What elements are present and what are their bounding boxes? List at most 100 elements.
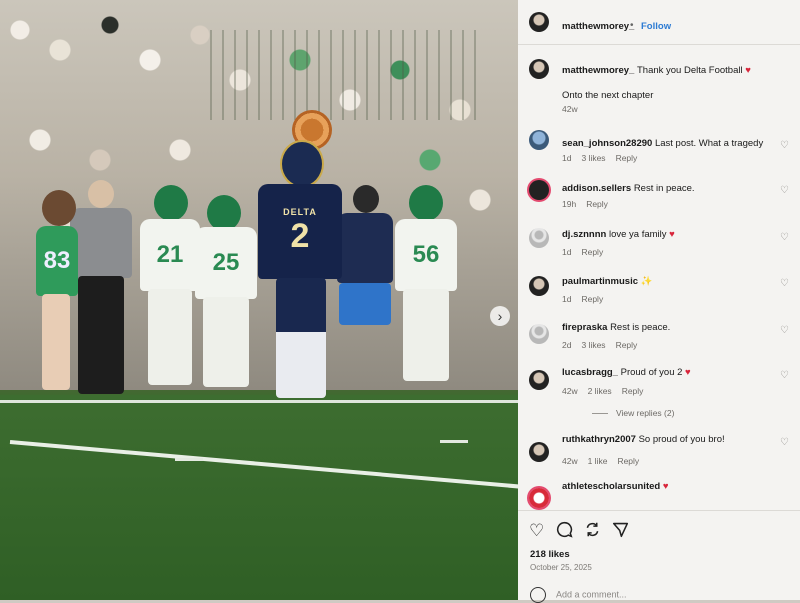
heart-icon[interactable]: ♡ <box>529 521 544 541</box>
caption-line-2: Onto the next chapter <box>562 90 654 101</box>
red-heart-icon: ♥ <box>669 229 675 240</box>
comment-likes[interactable]: 1 like <box>588 456 608 466</box>
comment-meta: 1d Reply <box>562 294 613 304</box>
post-header: matthewmorey_ • Follow <box>518 0 800 45</box>
comment-row: sean_johnson28290 Last post. What a trag… <box>562 138 763 149</box>
cheer-number: 83 <box>36 226 78 296</box>
add-comment-placeholder: Add a comment... <box>556 589 627 600</box>
share-icon[interactable] <box>584 521 601 543</box>
emoji-icon[interactable] <box>530 587 546 603</box>
like-heart-icon[interactable]: ♡ <box>780 140 789 151</box>
like-heart-icon[interactable]: ♡ <box>780 370 789 381</box>
comment-avatar[interactable] <box>529 228 549 248</box>
comment-username[interactable]: firepraska <box>562 322 607 333</box>
comment-time: 1d <box>562 247 572 257</box>
comment-avatar[interactable] <box>529 442 549 462</box>
reply-button[interactable]: Reply <box>616 153 638 163</box>
caption-row: matthewmorey_ Thank you Delta Football ♥ <box>562 65 751 76</box>
comment-meta: 1d 3 likes Reply <box>562 153 647 163</box>
comment-avatar[interactable] <box>529 180 549 200</box>
post-date: October 25, 2025 <box>530 563 592 572</box>
field-hash-mark <box>440 440 468 443</box>
view-replies-button[interactable]: View replies (2) <box>592 408 674 418</box>
opponent-number: 56 <box>395 219 457 291</box>
reply-button[interactable]: Reply <box>622 386 644 396</box>
comment-text: Last post. What a tragedy <box>654 138 764 149</box>
comment-meta: 1d Reply <box>562 247 613 257</box>
comment-username[interactable]: paulmartinmusic <box>562 276 638 287</box>
comment-row: ruthkathryn2007 So proud of you bro! <box>562 434 725 445</box>
comment-username[interactable]: ruthkathryn2007 <box>562 434 636 445</box>
comment-avatar[interactable] <box>529 276 549 296</box>
comment-meta: 19h Reply <box>562 199 618 209</box>
teammate-figure <box>335 185 395 390</box>
opponent-player: 56 <box>395 185 457 390</box>
comment-username[interactable]: sean_johnson28290 <box>562 138 652 149</box>
comment-row: paulmartinmusic ✨ <box>562 276 653 287</box>
likes-count[interactable]: 218 likes <box>530 549 570 560</box>
red-heart-icon: ♥ <box>745 65 751 76</box>
comment-icon[interactable] <box>556 521 573 543</box>
comment-username[interactable]: athletescholarsunited <box>562 481 660 492</box>
post-actions: ♡ 218 likes October 25, 2025 Add a comme… <box>518 510 800 603</box>
like-heart-icon[interactable]: ♡ <box>780 232 789 243</box>
comment-row: dj.sznnnn love ya family ♥ <box>562 229 675 240</box>
reply-button[interactable]: Reply <box>586 199 608 209</box>
send-icon[interactable] <box>612 521 629 543</box>
comment-likes[interactable]: 2 likes <box>588 386 612 396</box>
helmet <box>280 140 324 188</box>
like-heart-icon[interactable]: ♡ <box>780 325 789 336</box>
comment-likes[interactable]: 3 likes <box>581 153 605 163</box>
comment-avatar[interactable] <box>529 370 549 390</box>
author-avatar[interactable] <box>529 12 549 32</box>
author-username[interactable]: matthewmorey_ <box>562 21 634 32</box>
reply-button[interactable]: Reply <box>616 340 638 350</box>
comment-row: athletescholarsunited ♥ <box>562 481 668 492</box>
comment-likes[interactable]: 3 likes <box>581 340 605 350</box>
reply-button[interactable]: Reply <box>617 456 639 466</box>
jersey-number: 2 <box>290 217 310 255</box>
like-heart-icon[interactable]: ♡ <box>780 278 789 289</box>
comment-time: 19h <box>562 199 577 209</box>
jersey-team-text: DELTA <box>283 207 317 217</box>
opponent-player: 21 <box>140 185 200 395</box>
main-player: DELTA 2 <box>258 140 342 455</box>
comment-time: 42w <box>562 456 578 466</box>
comment-text: So proud of you bro! <box>638 434 725 445</box>
comment-text: love ya family <box>608 229 667 240</box>
comment-text: Proud of you 2 <box>620 367 683 378</box>
like-heart-icon[interactable]: ♡ <box>780 185 789 196</box>
comment-row: lucasbragg_ Proud of you 2 ♥ <box>562 367 691 378</box>
red-heart-icon: ♥ <box>662 481 669 492</box>
comment-meta: 42w 1 like Reply <box>562 456 649 466</box>
next-image-arrow-icon[interactable]: › <box>490 306 510 326</box>
caption-time: 42w <box>562 104 578 114</box>
add-comment-input[interactable]: Add a comment... <box>530 587 627 603</box>
opponent-player: 25 <box>195 195 257 395</box>
post-sidebar: matthewmorey_ • Follow matthewmorey_ Tha… <box>518 0 800 603</box>
field-hash-mark <box>175 458 203 461</box>
main-jersey: DELTA 2 <box>258 184 342 279</box>
reply-button[interactable]: Reply <box>581 247 603 257</box>
red-heart-icon: ♥ <box>685 367 691 378</box>
comment-row: addison.sellers Rest in peace. <box>562 183 695 194</box>
follow-button[interactable]: Follow <box>641 21 671 32</box>
post-photo[interactable]: 83 21 25 56 DELTA 2 › <box>0 0 518 600</box>
comment-text: Rest in peace. <box>633 183 695 194</box>
caption-avatar[interactable] <box>529 59 549 79</box>
main-legs <box>276 278 326 398</box>
comment-time: 2d <box>562 340 572 350</box>
like-heart-icon[interactable]: ♡ <box>780 437 789 448</box>
comment-time: 1d <box>562 153 572 163</box>
comment-row: firepraska Rest is peace. <box>562 322 670 333</box>
comment-username[interactable]: dj.sznnnn <box>562 229 606 240</box>
comment-avatar[interactable] <box>529 488 549 508</box>
comment-avatar[interactable] <box>529 130 549 150</box>
comment-avatar[interactable] <box>529 324 549 344</box>
comment-text: Rest is peace. <box>610 322 671 333</box>
fence <box>210 30 480 120</box>
caption-username[interactable]: matthewmorey_ <box>562 65 634 76</box>
comment-username[interactable]: lucasbragg_ <box>562 367 618 378</box>
comment-username[interactable]: addison.sellers <box>562 183 631 194</box>
reply-button[interactable]: Reply <box>581 294 603 304</box>
